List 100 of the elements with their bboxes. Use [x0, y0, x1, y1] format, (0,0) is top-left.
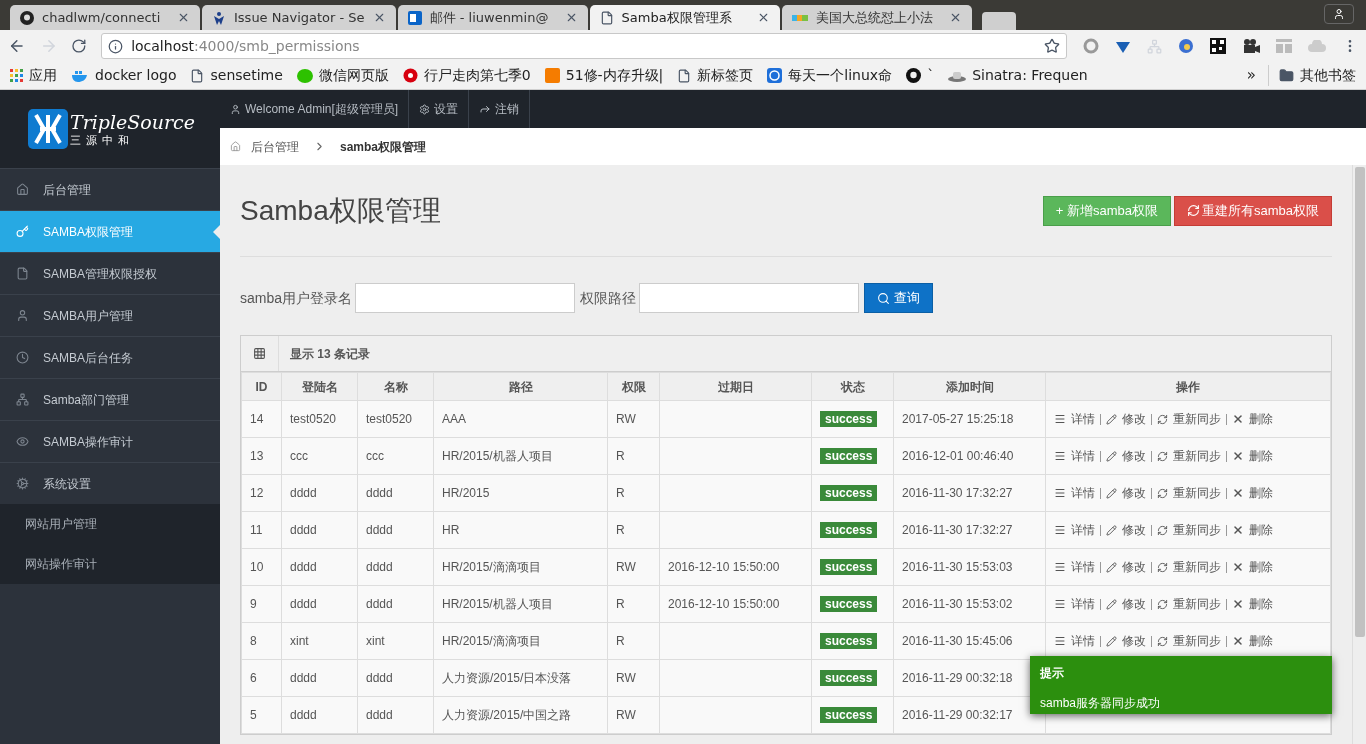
new-tab-button[interactable] [981, 12, 1016, 30]
list-icon [1054, 487, 1066, 499]
table-cell: HR/2015 [433, 474, 608, 512]
ring-icon[interactable] [1083, 38, 1099, 54]
input-field[interactable] [639, 283, 860, 313]
globe-icon[interactable] [1178, 38, 1194, 54]
action-link[interactable]: 删除 [1232, 558, 1273, 576]
tab-title: 美国大总统怼上小法 [815, 8, 934, 27]
sidebar-subitem[interactable]: 网站用户管理 [0, 504, 220, 544]
action-link[interactable]: 重新同步 [1157, 595, 1221, 613]
sidebar-item[interactable]: SAMBA管理权限授权 [0, 252, 220, 294]
refresh-icon [1157, 524, 1168, 536]
qr-code-icon[interactable] [1210, 38, 1226, 54]
action-link[interactable]: 详情 [1054, 558, 1095, 576]
bookmark[interactable]: ` [906, 65, 935, 86]
reload-icon[interactable] [71, 38, 88, 54]
bookmark[interactable]: 新标签页 [677, 65, 754, 86]
list-icon [1054, 598, 1066, 610]
list-icon [1054, 561, 1066, 573]
action-link[interactable]: 删除 [1232, 447, 1273, 465]
input-field[interactable] [355, 283, 576, 313]
browser-tab[interactable]: Issue Navigator - Se [202, 5, 396, 30]
action-link[interactable]: 删除 [1232, 632, 1273, 650]
close-icon [1232, 561, 1244, 573]
table-cell: R [607, 585, 660, 623]
search-button[interactable]: 查询 [864, 283, 934, 313]
table-cell: test0520 [357, 400, 434, 438]
status-badge: success [820, 670, 878, 686]
table-cell: R [607, 474, 660, 512]
home-icon [16, 183, 29, 196]
bookmark[interactable]: 应用 [10, 65, 57, 86]
action-link[interactable]: 修改 [1106, 410, 1146, 428]
url-text: localhost:4000/smb_permissions [131, 36, 361, 56]
action-link[interactable]: 删除 [1232, 595, 1273, 613]
bookmark[interactable]: 微信网页版 [296, 65, 389, 86]
action-link[interactable]: 重新同步 [1157, 632, 1221, 650]
browser-tab[interactable]: Samba权限管理系 [589, 5, 780, 30]
table-cell: RW [607, 659, 660, 697]
gears-icon [16, 477, 29, 490]
action-link[interactable]: 详情 [1054, 632, 1095, 650]
action-link[interactable]: 删除 [1232, 410, 1273, 428]
table-cell: HR [433, 511, 608, 549]
folder-icon [1279, 68, 1294, 83]
table-cell: dddd [281, 696, 358, 734]
other-bookmarks-folder[interactable]: 其他书签 [1268, 65, 1356, 86]
refresh-icon [1157, 635, 1168, 647]
action-link[interactable]: 重新同步 [1157, 410, 1221, 428]
action-link[interactable]: 详情 [1054, 410, 1095, 428]
sidebar-subitem[interactable]: 网站操作审计 [0, 544, 220, 584]
action-link[interactable]: 修改 [1106, 447, 1146, 465]
bookmark[interactable]: 行尸走肉第七季0 [402, 65, 531, 86]
tab-title: Samba权限管理系 [621, 8, 733, 27]
browser-tab[interactable]: chadlwm/connecti [10, 5, 200, 30]
more-bookmarks-button[interactable]: » [1246, 64, 1256, 87]
camera-icon[interactable] [1242, 38, 1260, 54]
bookmark[interactable]: 每天一个linux命 [767, 65, 893, 86]
action-link[interactable]: 详情 [1054, 595, 1095, 613]
pencil-icon [1106, 487, 1117, 499]
sidebar-label: SAMBA权限管理 [43, 223, 133, 241]
sidebar-item[interactable]: SAMBA后台任务 [0, 336, 220, 378]
browser-tab[interactable]: 邮件 - liuwenmin@ [397, 5, 588, 30]
sidebar-item[interactable]: SAMBA用户管理 [0, 294, 220, 336]
status-badge: success [820, 633, 878, 649]
action-link[interactable]: 重新同步 [1157, 521, 1221, 539]
flower-icon [402, 68, 418, 83]
apps-grid-icon [10, 69, 23, 82]
action-link[interactable]: 修改 [1106, 595, 1146, 613]
close-icon[interactable] [177, 11, 190, 24]
breadcrumb-item[interactable]: 后台管理 [251, 137, 299, 156]
action-link[interactable]: 修改 [1106, 632, 1146, 650]
bookmark[interactable]: Sinatra: Frequen [948, 65, 1088, 86]
bookmark[interactable]: 51修-内存升级| [544, 65, 664, 86]
action-link[interactable]: 重新同步 [1157, 558, 1221, 576]
bookmark[interactable]: sensetime [190, 65, 283, 86]
action-link[interactable]: 详情 [1054, 484, 1095, 502]
star-icon[interactable] [1044, 38, 1060, 54]
close-icon [1232, 524, 1244, 536]
refresh-icon [1186, 204, 1200, 217]
action-link[interactable]: 修改 [1106, 558, 1146, 576]
action-link[interactable]: 重新同步 [1157, 484, 1221, 502]
bookmark[interactable]: docker logo [71, 65, 177, 86]
action-link[interactable]: 修改 [1106, 521, 1146, 539]
sidebar-item[interactable]: SAMBA操作审计 [0, 420, 220, 462]
table-cell: AAA [433, 400, 608, 438]
action-link[interactable]: 详情 [1054, 447, 1095, 465]
action-link[interactable]: 删除 [1232, 521, 1273, 539]
refresh-icon [1157, 561, 1168, 573]
list-icon [1054, 413, 1066, 425]
sidebar-item[interactable]: Samba部门管理 [0, 378, 220, 420]
action-link[interactable]: 修改 [1106, 484, 1146, 502]
table-cell: ccc [281, 437, 358, 475]
address-bar[interactable]: localhost:4000/smb_permissions [101, 33, 1067, 59]
bookmark-label: 行尸走肉第七季0 [423, 66, 531, 85]
action-link[interactable]: 重新同步 [1157, 447, 1221, 465]
browser-tab[interactable]: 美国大总统怼上小法 [781, 5, 972, 30]
profile-button[interactable] [1324, 4, 1354, 24]
back-icon[interactable] [8, 37, 26, 55]
rebuild-button[interactable]: 重建所有samba权限 [1173, 195, 1332, 226]
action-link[interactable]: 删除 [1232, 484, 1273, 502]
action-link[interactable]: 详情 [1054, 521, 1095, 539]
